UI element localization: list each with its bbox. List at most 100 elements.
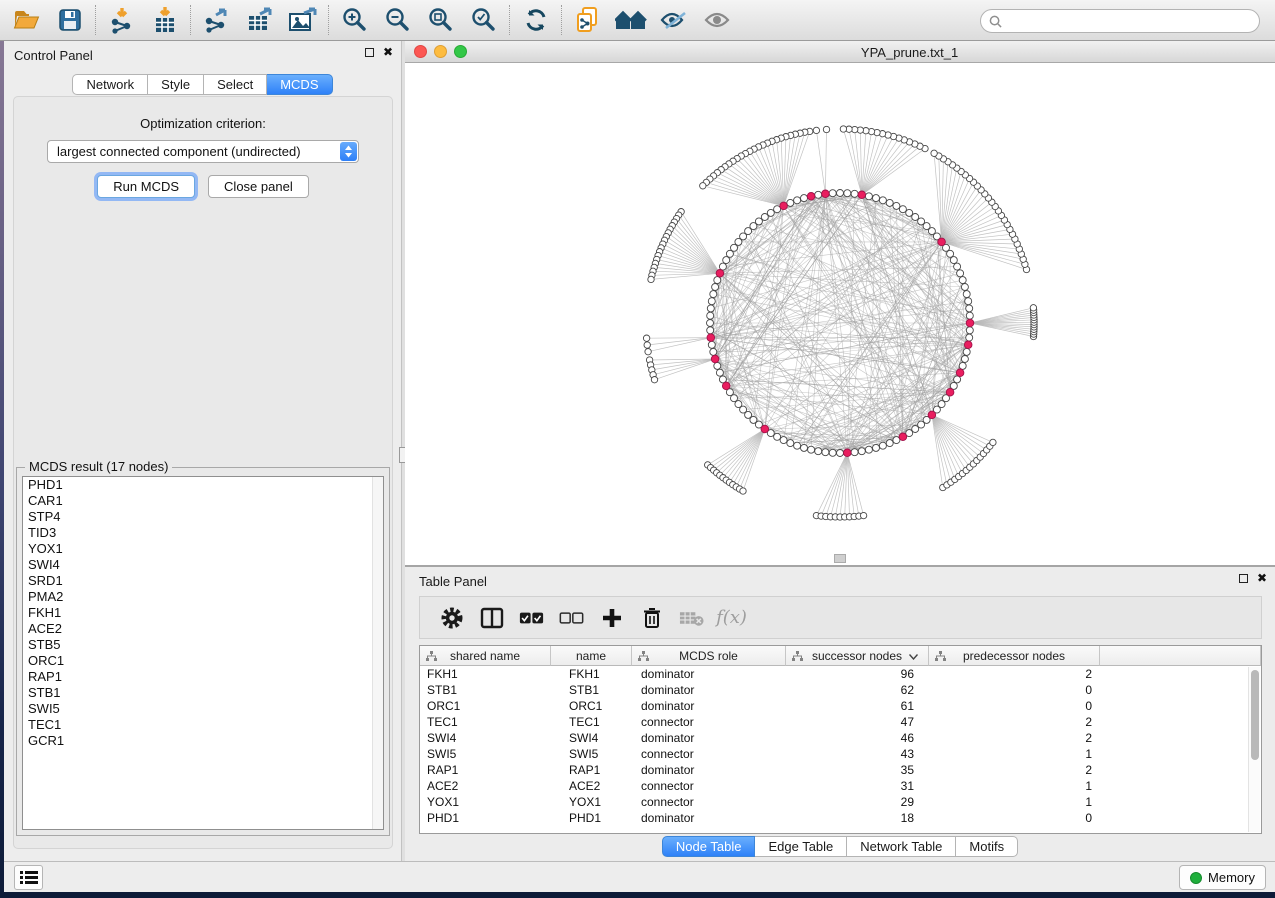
mcds-result-item[interactable]: SWI5 bbox=[23, 701, 383, 717]
mcds-result-item[interactable]: FKH1 bbox=[23, 605, 383, 621]
table-row[interactable]: ORC1ORC1dominator610 bbox=[420, 698, 1261, 714]
graph-node[interactable] bbox=[723, 257, 730, 264]
table-cell[interactable]: 62 bbox=[786, 682, 929, 698]
table-cell[interactable]: connector bbox=[632, 714, 786, 730]
mcds-node[interactable] bbox=[956, 369, 964, 377]
graph-node[interactable] bbox=[787, 199, 794, 206]
split-columns-button[interactable] bbox=[479, 605, 504, 631]
table-cell[interactable]: connector bbox=[632, 778, 786, 794]
close-table-panel-icon[interactable]: ✖ bbox=[1257, 574, 1267, 583]
table-row[interactable]: FKH1FKH1dominator962 bbox=[420, 666, 1261, 682]
graph-node[interactable] bbox=[966, 305, 973, 312]
graph-node[interactable] bbox=[735, 238, 742, 245]
graph-node[interactable] bbox=[714, 277, 721, 284]
tab-node-table[interactable]: Node Table bbox=[662, 836, 756, 857]
mcds-node[interactable] bbox=[711, 355, 719, 363]
graph-node[interactable] bbox=[931, 150, 937, 156]
graph-node[interactable] bbox=[963, 291, 970, 298]
mcds-node[interactable] bbox=[938, 238, 946, 246]
import-network-button[interactable] bbox=[100, 3, 143, 37]
graph-node[interactable] bbox=[651, 377, 657, 383]
graph-node[interactable] bbox=[865, 193, 872, 200]
graph-node[interactable] bbox=[950, 257, 957, 264]
graph-node[interactable] bbox=[912, 426, 919, 433]
graph-node[interactable] bbox=[873, 444, 880, 451]
add-column-button[interactable] bbox=[599, 605, 624, 631]
graph-node[interactable] bbox=[1030, 305, 1036, 311]
table-cell[interactable]: SWI4 bbox=[420, 730, 551, 746]
graph-node[interactable] bbox=[918, 218, 925, 225]
graph-node[interactable] bbox=[893, 202, 900, 209]
graph-node[interactable] bbox=[886, 440, 893, 447]
graph-node[interactable] bbox=[801, 195, 808, 202]
table-cell[interactable]: 1 bbox=[929, 794, 1100, 810]
table-cell[interactable]: 46 bbox=[786, 730, 929, 746]
table-row[interactable]: ACE2ACE2connector311 bbox=[420, 778, 1261, 794]
table-cell[interactable]: TEC1 bbox=[420, 714, 551, 730]
table-cell[interactable]: connector bbox=[632, 746, 786, 762]
table-cell[interactable]: 18 bbox=[786, 810, 929, 826]
table-cell[interactable]: 2 bbox=[929, 666, 1100, 682]
mcds-result-item[interactable]: STP4 bbox=[23, 509, 383, 525]
table-cell[interactable]: 2 bbox=[929, 730, 1100, 746]
mcds-node[interactable] bbox=[707, 334, 715, 342]
column-header-mcds-role[interactable]: MCDS role bbox=[632, 646, 786, 666]
graph-node[interactable] bbox=[959, 362, 966, 369]
graph-node[interactable] bbox=[965, 298, 972, 305]
table-cell[interactable]: 2 bbox=[929, 714, 1100, 730]
mcds-node[interactable] bbox=[761, 425, 769, 433]
graph-node[interactable] bbox=[707, 320, 714, 327]
graph-node[interactable] bbox=[801, 444, 808, 451]
graph-node[interactable] bbox=[963, 348, 970, 355]
table-row[interactable]: STB1STB1dominator620 bbox=[420, 682, 1261, 698]
graph-node[interactable] bbox=[707, 305, 714, 312]
table-cell[interactable]: FKH1 bbox=[551, 666, 632, 682]
mcds-result-item[interactable]: ACE2 bbox=[23, 621, 383, 637]
table-cell[interactable]: ORC1 bbox=[551, 698, 632, 714]
export-network-button[interactable] bbox=[195, 3, 238, 37]
graph-node[interactable] bbox=[707, 327, 714, 334]
table-cell[interactable]: 61 bbox=[786, 698, 929, 714]
delete-column-button[interactable] bbox=[639, 605, 664, 631]
mcds-node[interactable] bbox=[858, 191, 866, 199]
table-cell[interactable]: TEC1 bbox=[551, 714, 632, 730]
graph-node[interactable] bbox=[813, 127, 819, 133]
table-scrollbar[interactable] bbox=[1248, 667, 1260, 832]
global-search-field[interactable] bbox=[980, 9, 1260, 33]
table-cell[interactable]: 47 bbox=[786, 714, 929, 730]
graph-node[interactable] bbox=[780, 437, 787, 444]
column-header-successor-nodes[interactable]: successor nodes bbox=[786, 646, 929, 666]
table-cell[interactable]: 1 bbox=[929, 746, 1100, 762]
table-cell[interactable]: SWI4 bbox=[551, 730, 632, 746]
graph-node[interactable] bbox=[774, 433, 781, 440]
mcds-result-item[interactable]: PHD1 bbox=[23, 477, 383, 493]
graph-node[interactable] bbox=[708, 341, 715, 348]
graph-node[interactable] bbox=[961, 356, 968, 363]
import-table-button[interactable] bbox=[143, 3, 186, 37]
mcds-result-item[interactable]: ORC1 bbox=[23, 653, 383, 669]
graph-node[interactable] bbox=[823, 126, 829, 132]
table-cell[interactable]: dominator bbox=[632, 762, 786, 778]
table-row[interactable]: PHD1PHD1dominator180 bbox=[420, 810, 1261, 826]
graph-node[interactable] bbox=[957, 270, 964, 277]
graph-node[interactable] bbox=[966, 334, 973, 341]
memory-button[interactable]: Memory bbox=[1179, 865, 1266, 890]
mcds-result-item[interactable]: STB5 bbox=[23, 637, 383, 653]
table-cell[interactable]: SWI5 bbox=[420, 746, 551, 762]
tab-mcds[interactable]: MCDS bbox=[267, 74, 332, 95]
graph-node[interactable] bbox=[710, 291, 717, 298]
graph-node[interactable] bbox=[873, 195, 880, 202]
graph-node[interactable] bbox=[740, 488, 746, 494]
graph-node[interactable] bbox=[860, 512, 866, 518]
table-cell[interactable]: 2 bbox=[929, 762, 1100, 778]
graph-node[interactable] bbox=[716, 369, 723, 376]
table-cell[interactable]: ACE2 bbox=[551, 778, 632, 794]
table-row[interactable]: TEC1TEC1connector472 bbox=[420, 714, 1261, 730]
network-canvas[interactable] bbox=[405, 63, 1275, 565]
mcds-result-item[interactable]: YOX1 bbox=[23, 541, 383, 557]
table-settings-button[interactable] bbox=[439, 605, 464, 631]
open-session-button[interactable] bbox=[5, 3, 48, 37]
table-cell[interactable]: SWI5 bbox=[551, 746, 632, 762]
table-cell[interactable]: 0 bbox=[929, 698, 1100, 714]
graph-node[interactable] bbox=[879, 442, 886, 449]
